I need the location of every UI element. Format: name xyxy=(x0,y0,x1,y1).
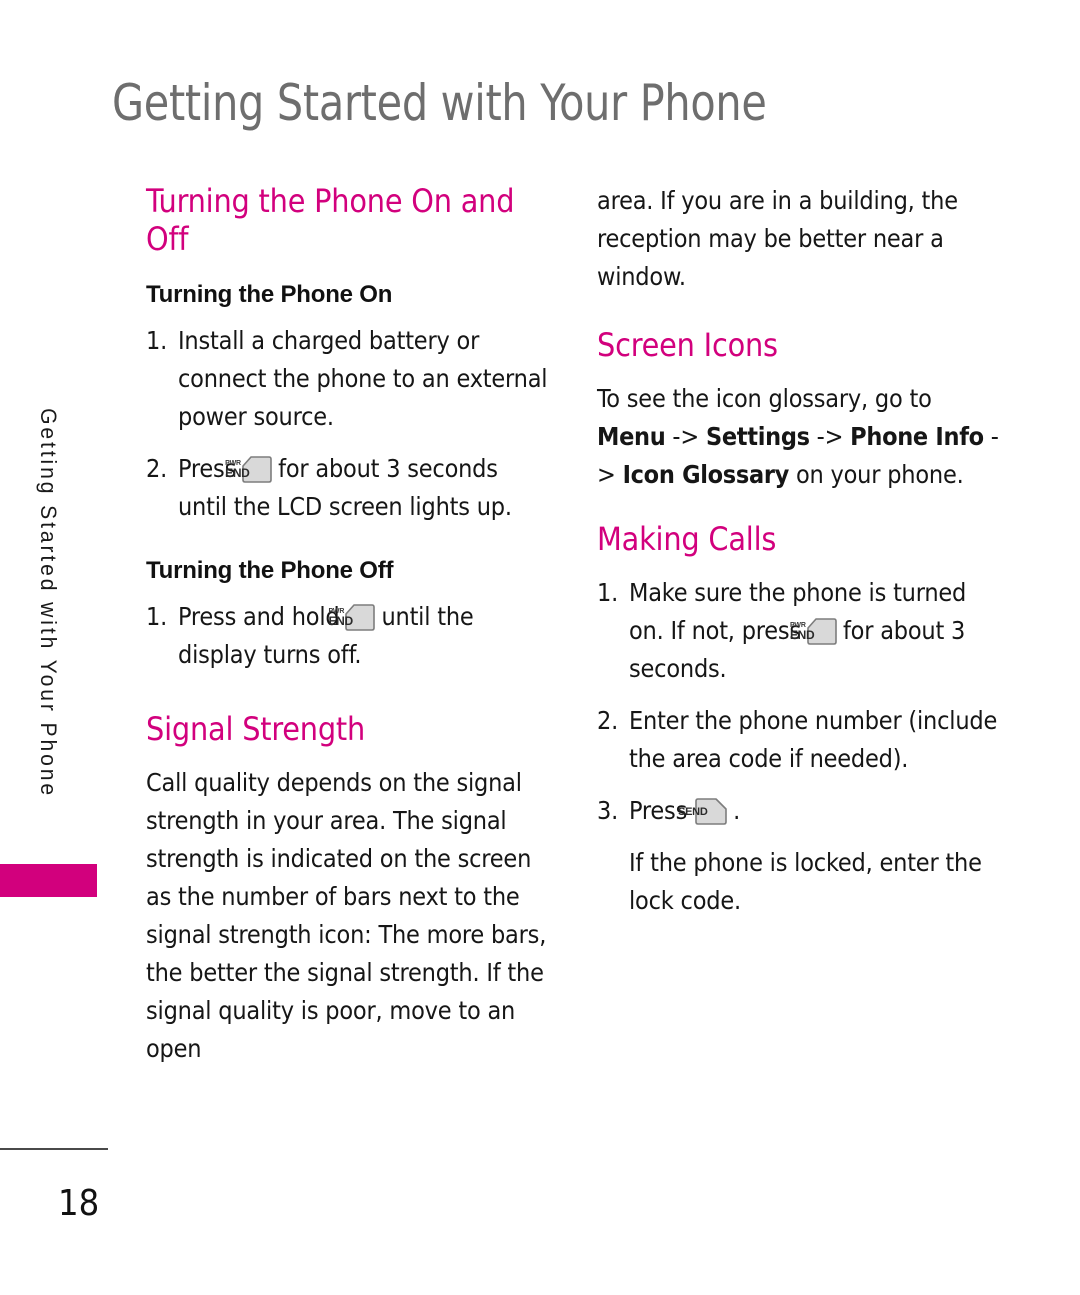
pwr-end-key-icon: PWR END xyxy=(328,603,376,633)
list-item-number: 1. xyxy=(146,326,168,355)
menu-path-settings: Settings xyxy=(705,422,810,451)
list-item-text-before: Press xyxy=(629,796,688,825)
list-item-note: If the phone is locked, enter the lock c… xyxy=(629,848,982,915)
screen-icons-outro: on your phone. xyxy=(789,460,964,489)
left-column: Turning the Phone On and Off Turning the… xyxy=(146,182,550,1084)
send-key-icon: SEND xyxy=(678,797,728,827)
list-item-text-before: Press xyxy=(178,454,237,483)
list-item-text-after: . xyxy=(733,796,741,825)
heading-turning-phone-on-and-off: Turning the Phone On and Off xyxy=(146,182,515,258)
page-number: 18 xyxy=(58,1183,100,1224)
side-tab-label-text: Getting Started with Your Phone xyxy=(36,408,61,798)
side-tab-label: Getting Started with Your Phone xyxy=(0,400,96,860)
list-item-number: 1. xyxy=(146,602,168,631)
footer-divider xyxy=(0,1148,108,1150)
menu-path-menu: Menu xyxy=(597,422,666,451)
heading-signal-strength: Signal Strength xyxy=(146,710,366,748)
list-item: 1. Install a charged battery or connect t… xyxy=(146,322,550,436)
page-title: Getting Started with Your Phone xyxy=(112,74,767,132)
list-item: 1. Make sure the phone is turned on. If n… xyxy=(597,574,1001,688)
list-item-number: 3. xyxy=(597,796,619,825)
list-item-number: 2. xyxy=(597,706,619,735)
subheading-turning-the-phone-on: Turning the Phone On xyxy=(146,281,393,308)
paragraph-continued-from-left: area. If you are in a building, the rece… xyxy=(597,186,958,291)
list-item-text: Install a charged battery or connect the… xyxy=(178,326,548,431)
list-item-text: Enter the phone number (include the area… xyxy=(629,706,998,773)
side-tab-color-block xyxy=(0,864,97,897)
paragraph-signal-strength: Call quality depends on the signal stren… xyxy=(146,768,547,1063)
heading-making-calls: Making Calls xyxy=(597,520,777,558)
menu-path-arrow: -> xyxy=(665,422,706,451)
pwr-end-key-icon: PWR END xyxy=(790,617,838,647)
list-item-text-before: Press and hold xyxy=(178,602,340,631)
menu-path-phone-info: Phone Info xyxy=(850,422,984,451)
list-item: 2. Press PWR END for about 3 seconds until t… xyxy=(146,450,550,526)
paragraph-screen-icons: To see the icon glossary, go to Menu -> … xyxy=(597,380,1001,494)
screen-icons-intro: To see the icon glossary, go to xyxy=(597,384,932,413)
list-item: 2. Enter the phone number (include the ar… xyxy=(597,702,1001,778)
menu-path-icon-glossary: Icon Glossary xyxy=(622,460,790,489)
list-item: 1. Press and hold PWR END until the display … xyxy=(146,598,550,674)
list-item-number: 1. xyxy=(597,578,619,607)
menu-path-arrow: -> xyxy=(809,422,851,451)
subheading-turning-the-phone-off: Turning the Phone Off xyxy=(146,557,394,584)
pwr-end-key-icon: PWR END xyxy=(225,455,273,485)
list-item-number: 2. xyxy=(146,454,168,483)
list-item: 3. Press SEND. xyxy=(597,792,1001,830)
right-column: area. If you are in a building, the rece… xyxy=(597,182,1001,934)
heading-screen-icons: Screen Icons xyxy=(597,326,778,364)
